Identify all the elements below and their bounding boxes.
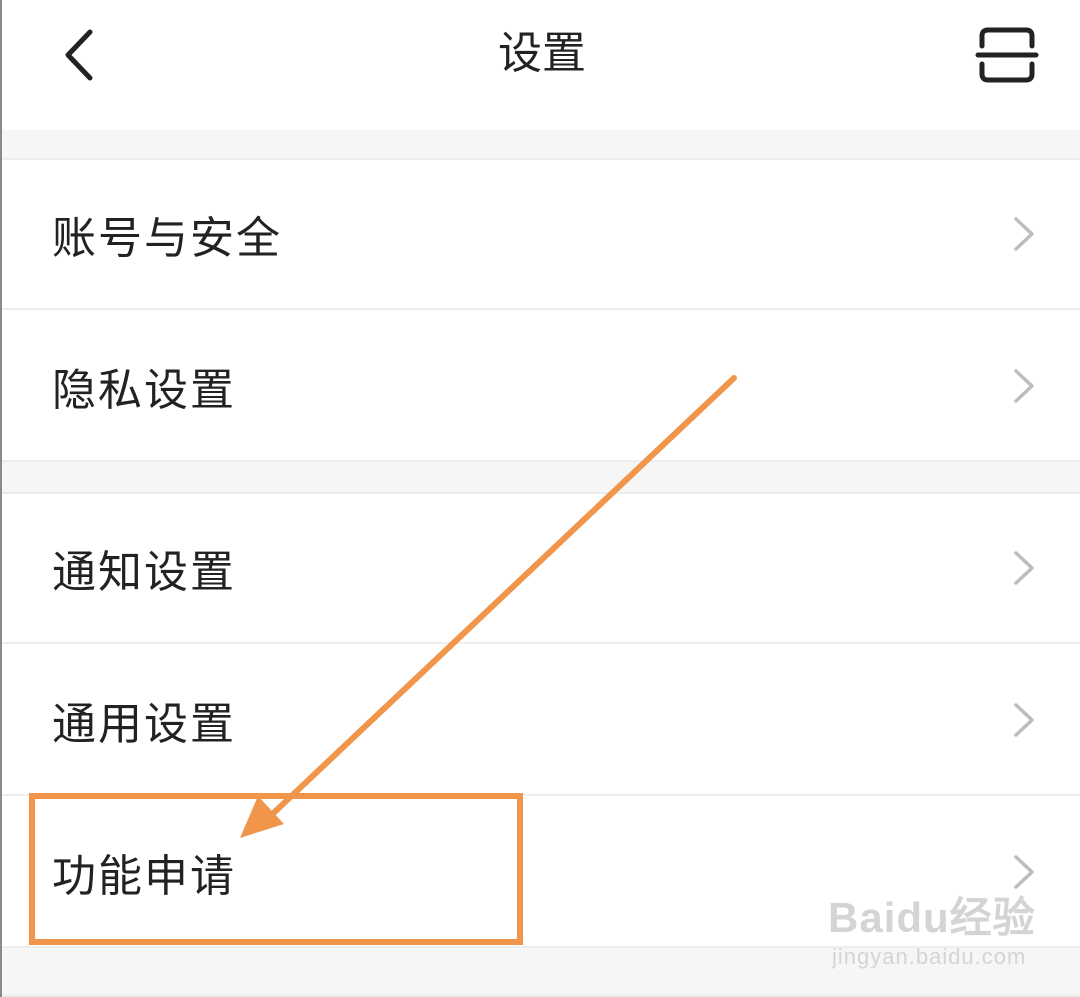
- settings-item-privacy[interactable]: 隐私设置: [2, 312, 1080, 462]
- settings-item-account-security[interactable]: 账号与安全: [2, 160, 1080, 310]
- scan-icon: [975, 27, 1039, 83]
- settings-item-label: 账号与安全: [52, 213, 282, 264]
- group-separator: [2, 462, 1080, 494]
- chevron-right-icon: [1014, 369, 1034, 403]
- settings-item-label: 通知设置: [52, 547, 236, 598]
- settings-item-label: 隐私设置: [52, 365, 236, 416]
- settings-item-label: 功能申请: [52, 851, 236, 902]
- settings-screen: 设置 账号与安全 隐私设置 通知设置 通用设置 功能申请 Baidu经验 jin…: [0, 0, 1080, 997]
- settings-item-general[interactable]: 通用设置: [2, 646, 1080, 796]
- group-separator: [2, 130, 1080, 160]
- scan-button[interactable]: [974, 22, 1040, 88]
- watermark-logo: Baidu经验: [828, 894, 1036, 941]
- nav-header: 设置: [2, 0, 1080, 130]
- settings-item-notifications[interactable]: 通知设置: [2, 494, 1080, 644]
- settings-item-label: 通用设置: [52, 699, 236, 750]
- watermark: Baidu经验 jingyan.baidu.com: [828, 884, 1038, 984]
- watermark-url: jingyan.baidu.com: [832, 944, 1027, 969]
- page-title: 设置: [498, 28, 586, 79]
- chevron-right-icon: [1014, 217, 1034, 251]
- chevron-right-icon: [1014, 703, 1034, 737]
- chevron-right-icon: [1014, 551, 1034, 585]
